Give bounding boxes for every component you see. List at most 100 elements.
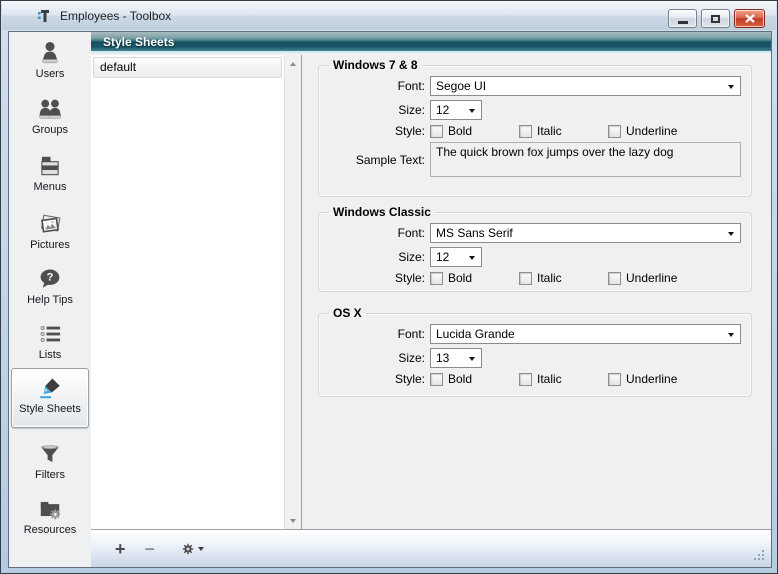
font-select-value: Segoe UI <box>436 79 486 93</box>
sidebar-item-label: Filters <box>35 469 65 481</box>
sidebar-item-label: Menus <box>33 181 66 193</box>
sidebar-item-label: Lists <box>39 349 62 361</box>
pictures-icon <box>35 209 65 239</box>
content-area: Users Groups <box>8 31 772 568</box>
style-editor-panel: Windows 7 & 8 Font: Segoe UI Size: 12 <box>302 55 771 529</box>
help-tips-icon: ? <box>35 264 65 294</box>
font-select-value: MS Sans Serif <box>436 226 513 240</box>
checkbox-label: Italic <box>537 372 562 386</box>
sidebar-item-style-sheets[interactable]: Style Sheets <box>11 368 89 428</box>
italic-checkbox[interactable]: Italic <box>519 271 608 285</box>
window-controls <box>668 9 765 28</box>
sidebar: Users Groups <box>9 32 91 567</box>
bold-checkbox[interactable]: Bold <box>430 271 519 285</box>
size-select[interactable]: 12 <box>430 247 482 267</box>
font-select-value: Lucida Grande <box>436 327 515 341</box>
chevron-down-icon <box>469 109 475 113</box>
size-select-value: 13 <box>436 351 449 365</box>
panel-header-title: Style Sheets <box>103 35 174 49</box>
app-window: Employees - Toolbox <box>0 0 778 574</box>
checkbox-box <box>430 125 443 138</box>
size-select[interactable]: 12 <box>430 100 482 120</box>
group-title: Windows 7 & 8 <box>329 58 422 72</box>
style-label: Style: <box>325 271 425 285</box>
list-scrollbar[interactable] <box>284 55 301 529</box>
lists-icon <box>35 319 65 349</box>
style-sheets-icon <box>35 373 65 403</box>
style-sheet-list[interactable]: default <box>91 55 284 529</box>
chevron-down-icon <box>469 357 475 361</box>
chevron-down-icon <box>728 85 734 89</box>
scroll-down-button[interactable] <box>285 512 301 529</box>
sidebar-item-help-tips[interactable]: ? Help Tips <box>11 264 89 318</box>
sidebar-item-label: Resources <box>24 524 77 536</box>
actions-menu-button[interactable] <box>181 542 204 556</box>
sidebar-item-resources[interactable]: Resources <box>11 494 89 548</box>
checkbox-label: Underline <box>626 271 677 285</box>
title-bar[interactable]: Employees - Toolbox <box>2 1 776 30</box>
close-icon <box>745 14 755 23</box>
font-select[interactable]: Segoe UI <box>430 76 741 96</box>
scroll-up-button[interactable] <box>285 55 301 72</box>
checkbox-box <box>519 373 532 386</box>
sidebar-item-label: Help Tips <box>27 294 73 306</box>
size-select[interactable]: 13 <box>430 348 482 368</box>
groups-icon <box>35 94 65 124</box>
group-windows-classic: Windows Classic Font: MS Sans Serif Size… <box>318 205 752 292</box>
sidebar-item-label: Pictures <box>30 239 70 251</box>
size-label: Size: <box>325 103 425 117</box>
checkbox-box <box>519 125 532 138</box>
resize-grip[interactable] <box>754 549 768 563</box>
resources-icon <box>35 494 65 524</box>
sidebar-item-filters[interactable]: Filters <box>11 439 89 493</box>
maximize-button[interactable] <box>701 9 730 28</box>
scroll-up-icon <box>290 62 296 66</box>
sidebar-item-lists[interactable]: Lists <box>11 319 89 373</box>
remove-button[interactable]: − <box>145 540 156 558</box>
size-select-value: 12 <box>436 250 449 264</box>
scroll-down-icon <box>290 519 296 523</box>
users-icon <box>35 38 65 68</box>
checkbox-box <box>608 373 621 386</box>
checkbox-label: Bold <box>448 124 472 138</box>
add-button[interactable]: + <box>115 540 126 558</box>
sidebar-item-label: Style Sheets <box>19 403 81 415</box>
font-select[interactable]: Lucida Grande <box>430 324 741 344</box>
list-item-default[interactable]: default <box>93 57 282 78</box>
panel-header: Style Sheets <box>91 32 771 53</box>
checkbox-label: Italic <box>537 124 562 138</box>
filters-icon <box>35 439 65 469</box>
checkbox-box <box>430 272 443 285</box>
underline-checkbox[interactable]: Underline <box>608 124 677 138</box>
group-title: OS X <box>329 306 366 320</box>
sidebar-item-groups[interactable]: Groups <box>11 94 89 148</box>
underline-checkbox[interactable]: Underline <box>608 372 677 386</box>
size-select-value: 12 <box>436 103 449 117</box>
font-label: Font: <box>325 226 425 240</box>
chevron-down-icon <box>469 256 475 260</box>
bold-checkbox[interactable]: Bold <box>430 372 519 386</box>
font-select[interactable]: MS Sans Serif <box>430 223 741 243</box>
minimize-icon <box>678 21 688 24</box>
bold-checkbox[interactable]: Bold <box>430 124 519 138</box>
sidebar-item-menus[interactable]: Menus <box>11 151 89 205</box>
gear-icon <box>181 542 195 556</box>
size-label: Size: <box>325 351 425 365</box>
size-label: Size: <box>325 250 425 264</box>
checkbox-label: Bold <box>448 372 472 386</box>
checkbox-box <box>430 373 443 386</box>
italic-checkbox[interactable]: Italic <box>519 372 608 386</box>
sidebar-item-pictures[interactable]: Pictures <box>11 209 89 263</box>
svg-text:?: ? <box>47 272 54 284</box>
sample-text-field[interactable]: The quick brown fox jumps over the lazy … <box>430 142 741 177</box>
italic-checkbox[interactable]: Italic <box>519 124 608 138</box>
chevron-down-icon <box>198 547 204 551</box>
style-label: Style: <box>325 372 425 386</box>
sidebar-item-users[interactable]: Users <box>11 38 89 92</box>
group-os-x: OS X Font: Lucida Grande Size: 13 <box>318 306 752 397</box>
chevron-down-icon <box>728 333 734 337</box>
close-button[interactable] <box>734 9 765 28</box>
minimize-button[interactable] <box>668 9 697 28</box>
underline-checkbox[interactable]: Underline <box>608 271 677 285</box>
group-title: Windows Classic <box>329 205 435 219</box>
